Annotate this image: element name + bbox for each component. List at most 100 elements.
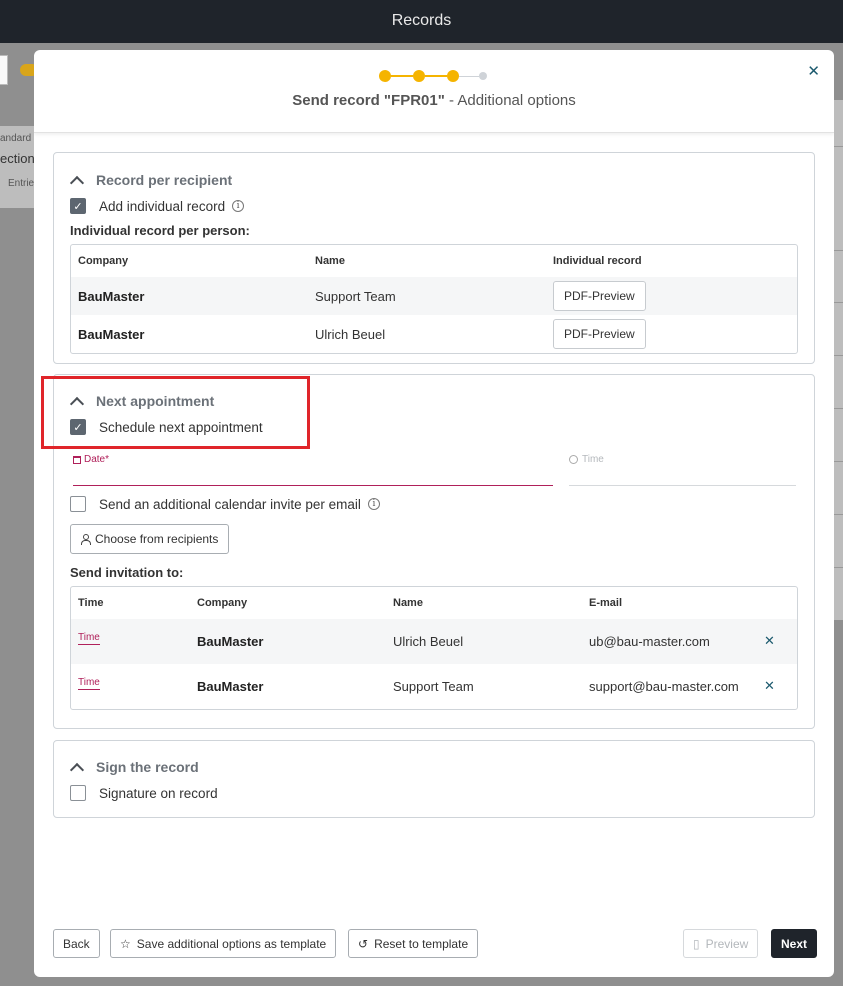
section-header-record-per-recipient[interactable]: Record per recipient <box>69 172 233 190</box>
reset-template-button[interactable]: ↺ Reset to template <box>348 929 479 958</box>
section-record-per-recipient: Record per recipient ✓ Add individual re… <box>53 152 815 364</box>
column-header: E-mail <box>589 597 623 609</box>
choose-from-recipients-button[interactable]: Choose from recipients <box>70 524 230 554</box>
background-divider <box>834 250 843 251</box>
background-divider <box>834 461 843 462</box>
signature-checkbox[interactable] <box>70 785 86 801</box>
column-header: Name <box>393 597 423 609</box>
column-header: Time <box>78 597 104 609</box>
step-2-complete <box>413 70 425 82</box>
schedule-next-appointment-row: ✓ Schedule next appointment <box>70 419 263 435</box>
add-individual-record-checkbox[interactable]: ✓ <box>70 198 86 214</box>
signature-label: Signature on record <box>99 785 218 801</box>
time-link[interactable]: Time <box>78 632 100 645</box>
pdf-preview-button[interactable]: PDF-Preview <box>553 319 646 349</box>
company-cell: BauMaster <box>78 327 145 342</box>
name-cell: Ulrich Beuel <box>393 634 464 649</box>
chevron-up-icon <box>69 762 85 777</box>
reset-icon: ↺ <box>358 936 369 951</box>
background-divider <box>834 408 843 409</box>
table-row: BauMaster Support Team PDF-Preview <box>71 277 797 315</box>
section-sign-record: Sign the record Signature on record <box>53 740 815 818</box>
reset-template-label: Reset to template <box>374 936 469 951</box>
step-connector <box>391 75 413 77</box>
schedule-next-appointment-label: Schedule next appointment <box>99 419 263 435</box>
section-title: Record per recipient <box>96 172 233 188</box>
step-4-upcoming <box>479 72 487 80</box>
company-cell: BauMaster <box>197 634 264 649</box>
background-text-standard: andard <box>0 133 32 144</box>
clock-icon <box>569 455 578 464</box>
section-header-next-appointment[interactable]: Next appointment <box>69 393 215 411</box>
calendar-icon <box>73 455 81 464</box>
dialog-title: Send record "FPR01" - Additional options <box>34 92 834 109</box>
step-1-complete <box>379 70 391 82</box>
company-cell: BauMaster <box>197 679 264 694</box>
document-icon: ▯ <box>693 936 700 951</box>
date-field-label: Date* <box>73 454 109 465</box>
dialog-title-step: - Additional options <box>444 92 576 109</box>
name-cell: Support Team <box>315 289 396 304</box>
calendar-invite-label: Send an additional calendar invite per e… <box>99 496 361 512</box>
name-cell: Ulrich Beuel <box>315 327 386 342</box>
column-header: Name <box>315 255 345 267</box>
date-input[interactable] <box>73 485 553 486</box>
column-header: Company <box>197 597 248 609</box>
progress-stepper <box>379 69 489 83</box>
step-connector <box>425 75 447 77</box>
time-field-label: Time <box>569 454 604 465</box>
dialog-title-record: Send record "FPR01" <box>292 92 445 109</box>
background-text-entries: Entrie <box>8 178 35 189</box>
choose-from-recipients-label: Choose from recipients <box>95 532 219 546</box>
remove-icon[interactable]: ✕ <box>764 678 775 694</box>
section-title: Next appointment <box>96 393 215 409</box>
section-title: Sign the record <box>96 759 199 775</box>
calendar-invite-checkbox[interactable] <box>70 496 86 512</box>
person-icon <box>81 534 91 545</box>
background-right-panel <box>834 100 843 620</box>
table-row: BauMaster Ulrich Beuel PDF-Preview <box>71 315 797 353</box>
close-icon[interactable]: ✕ <box>807 62 820 80</box>
info-icon[interactable]: i <box>367 498 380 510</box>
next-button[interactable]: Next <box>771 929 818 958</box>
invitation-table: Time Company Name E-mail Time BauMaster … <box>70 586 798 710</box>
add-individual-record-row: ✓ Add individual record i <box>70 198 245 214</box>
info-icon[interactable]: i <box>232 200 245 212</box>
calendar-invite-row: Send an additional calendar invite per e… <box>70 496 380 512</box>
remove-icon[interactable]: ✕ <box>764 633 775 649</box>
back-button[interactable]: Back <box>53 929 100 958</box>
dialog-header: Send record "FPR01" - Additional options… <box>34 50 834 133</box>
email-cell: ub@bau-master.com <box>589 634 710 649</box>
step-3-current <box>447 70 459 82</box>
table-row: Time BauMaster Support Team support@bau-… <box>71 664 797 709</box>
individual-record-table: Company Name Individual record BauMaster… <box>70 244 798 354</box>
preview-label: Preview <box>705 936 749 951</box>
next-label: Next <box>781 936 808 951</box>
date-label-text: Date* <box>84 454 110 465</box>
background-divider <box>834 302 843 303</box>
send-invitation-label: Send invitation to: <box>70 565 184 580</box>
app-title-bar: Records <box>0 0 843 43</box>
back-label: Back <box>63 936 90 951</box>
chevron-up-icon <box>69 396 85 411</box>
pdf-preview-button[interactable]: PDF-Preview <box>553 281 646 311</box>
star-icon: ☆ <box>120 936 131 951</box>
add-individual-record-label: Add individual record <box>99 198 226 214</box>
background-text-section: ection <box>0 151 35 166</box>
preview-button[interactable]: ▯ Preview <box>683 929 759 958</box>
background-input-fragment <box>0 55 8 85</box>
send-record-dialog: Send record "FPR01" - Additional options… <box>34 50 834 977</box>
app-title: Records <box>391 12 452 29</box>
schedule-next-appointment-checkbox[interactable]: ✓ <box>70 419 86 435</box>
time-label-text: Time <box>582 454 604 465</box>
step-connector <box>459 76 479 77</box>
section-header-sign-record[interactable]: Sign the record <box>69 759 199 777</box>
background-divider <box>834 514 843 515</box>
column-header: Individual record <box>553 255 642 267</box>
save-template-button[interactable]: ☆ Save additional options as template <box>110 929 337 958</box>
time-link[interactable]: Time <box>78 677 100 690</box>
background-divider <box>834 567 843 568</box>
time-input[interactable] <box>569 485 796 486</box>
background-divider <box>834 355 843 356</box>
column-header: Company <box>78 255 129 267</box>
